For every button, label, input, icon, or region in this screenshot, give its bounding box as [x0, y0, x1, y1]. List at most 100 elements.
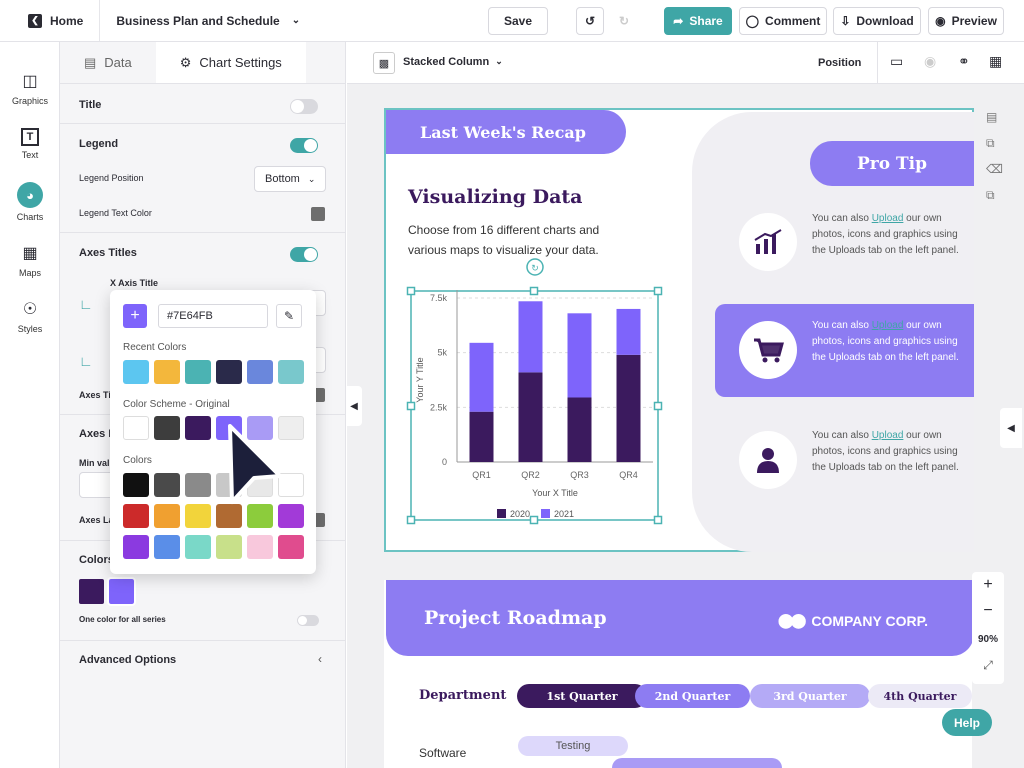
color-swatch[interactable] [185, 473, 211, 497]
color-swatch[interactable] [278, 360, 304, 384]
color-swatch[interactable] [247, 360, 273, 384]
download-button[interactable]: ⇩ Download [833, 7, 921, 35]
trash-icon[interactable]: ⌫ [986, 162, 1003, 176]
recent-colors-title: Recent Colors [123, 342, 187, 353]
color-swatch[interactable] [123, 473, 149, 497]
color-swatch[interactable] [154, 416, 180, 440]
rail-text[interactable]: T Text [0, 128, 60, 160]
color-swatch[interactable] [278, 535, 304, 559]
color-swatch[interactable] [216, 535, 242, 559]
resize-handle [406, 515, 416, 525]
undo-icon[interactable]: ↺ [576, 7, 604, 35]
color-swatch[interactable] [185, 360, 211, 384]
x-tick-label: QR4 [619, 470, 638, 480]
series-color-2021-swatch[interactable] [107, 577, 136, 606]
legend-text-color-swatch[interactable] [311, 207, 325, 221]
preview-button[interactable]: ◉ Preview [928, 7, 1004, 35]
chart-type-select[interactable]: Stacked Column ⌄ [403, 56, 503, 68]
axes-titles-color-label: Axes Ti [79, 390, 111, 400]
resize-handle [529, 286, 539, 296]
opacity-icon[interactable]: ◉ [924, 53, 936, 70]
rail-graphics[interactable]: ◫ Graphics [0, 70, 60, 106]
left-rail: ◫ Graphics T Text ◕ Charts ▦ Maps ☉ Styl… [0, 42, 60, 768]
page-icon[interactable]: ▤ [986, 110, 997, 124]
color-swatch[interactable] [216, 360, 242, 384]
department-label: Department [419, 688, 507, 703]
slide-heading[interactable]: Visualizing Data [408, 186, 582, 208]
color-swatch[interactable] [185, 535, 211, 559]
color-swatch[interactable] [154, 360, 180, 384]
share-icon: ➦ [673, 14, 684, 28]
copy-icon[interactable]: ⧉ [986, 188, 995, 203]
logo-dots-icon: ⬤⬤ [778, 612, 806, 628]
home-button[interactable]: ❮ Home [0, 0, 101, 41]
tab-label: Chart Settings [199, 55, 282, 70]
hex-input[interactable]: #7E64FB [158, 304, 268, 328]
rail-charts[interactable]: ◕ Charts [0, 182, 60, 222]
chevron-left-icon[interactable]: ‹ [318, 652, 322, 666]
collapse-right-arrow[interactable]: ◀ [1000, 408, 1022, 448]
tip-text-3: You can also Upload our own photos, icon… [812, 430, 959, 473]
divider [60, 123, 346, 124]
tab-data[interactable]: ▤ Data [60, 42, 156, 83]
color-swatch[interactable] [123, 504, 149, 528]
upload-link[interactable]: Upload [872, 430, 904, 441]
rail-styles[interactable]: ☉ Styles [0, 298, 60, 334]
zoom-out-button[interactable]: − [972, 602, 1004, 620]
link-icon[interactable]: ⚭ [958, 53, 970, 70]
tab-chart-settings[interactable]: ⚙ Chart Settings [155, 42, 306, 83]
legend-swatch [541, 509, 550, 518]
add-color-button[interactable]: + [123, 304, 147, 328]
x-tick-label: QR2 [521, 470, 540, 480]
quarter-3-pill: 3rd Quarter [750, 684, 870, 708]
legend-toggle[interactable] [290, 138, 318, 153]
color-swatch[interactable] [123, 360, 149, 384]
color-swatch[interactable] [247, 535, 273, 559]
slide-body[interactable]: Choose from 16 different charts and vari… [408, 220, 628, 260]
maps-icon: ▦ [22, 245, 38, 262]
save-button[interactable]: Save [488, 7, 548, 35]
resize-handle [406, 401, 416, 411]
document-title[interactable]: Business Plan and Schedule ⌄ [100, 14, 316, 28]
upload-link[interactable]: Upload [872, 320, 904, 331]
share-button[interactable]: ➦ Share [664, 7, 732, 35]
graphics-icon: ◫ [22, 73, 38, 90]
quarter-4-pill: 4th Quarter [868, 684, 972, 708]
resize-handle [406, 286, 416, 296]
transparency-icon[interactable]: ▦ [989, 53, 1002, 70]
color-swatch[interactable] [185, 416, 211, 440]
eye-icon: ◉ [935, 14, 946, 28]
recap-banner[interactable]: Last Week's Recap [386, 110, 626, 154]
lock-icon[interactable]: ▭ [890, 53, 903, 70]
color-swatch[interactable] [123, 416, 149, 440]
advanced-options-label[interactable]: Advanced Options [79, 654, 176, 666]
zoom-in-button[interactable]: + [972, 576, 1004, 594]
help-button[interactable]: Help [942, 709, 992, 736]
color-swatch[interactable] [154, 535, 180, 559]
charts-icon: ◕ [17, 182, 43, 208]
collapse-panel-arrow[interactable]: ◀ [346, 386, 362, 426]
upload-link[interactable]: Upload [872, 213, 904, 224]
cursor-icon [228, 424, 282, 504]
resize-handle [653, 286, 663, 296]
rail-maps[interactable]: ▦ Maps [0, 242, 60, 278]
fit-screen-icon[interactable]: ⤢ [972, 658, 1004, 673]
comment-icon: ◯ [745, 14, 760, 28]
legend-position-select[interactable]: Bottom ⌄ [254, 166, 326, 192]
color-swatch[interactable] [185, 504, 211, 528]
color-swatch[interactable] [154, 504, 180, 528]
color-swatch[interactable] [154, 473, 180, 497]
pro-tip-banner[interactable]: Pro Tip [810, 141, 974, 186]
comment-button[interactable]: ◯ Comment [739, 7, 827, 35]
duplicate-icon[interactable]: ⧉ [986, 136, 995, 151]
axes-titles-toggle[interactable] [290, 247, 318, 262]
position-button[interactable]: Position [818, 57, 861, 69]
series-color-2020-swatch[interactable] [79, 579, 104, 604]
eyedropper-icon[interactable]: ✎ [276, 304, 302, 328]
stacked-column-chart[interactable]: ↻ 0 2.5k 5k 7.5k QR1 QR2 QR3 QR4 Your X Title Your… [405, 256, 670, 528]
title-toggle[interactable] [290, 99, 318, 114]
redo-icon[interactable]: ↻ [610, 7, 638, 35]
one-color-toggle[interactable] [297, 615, 319, 626]
color-swatch[interactable] [123, 535, 149, 559]
canvas-toolbar: ▩ Stacked Column ⌄ Position ▭ ◉ ⚭ ▦ [347, 42, 1024, 84]
